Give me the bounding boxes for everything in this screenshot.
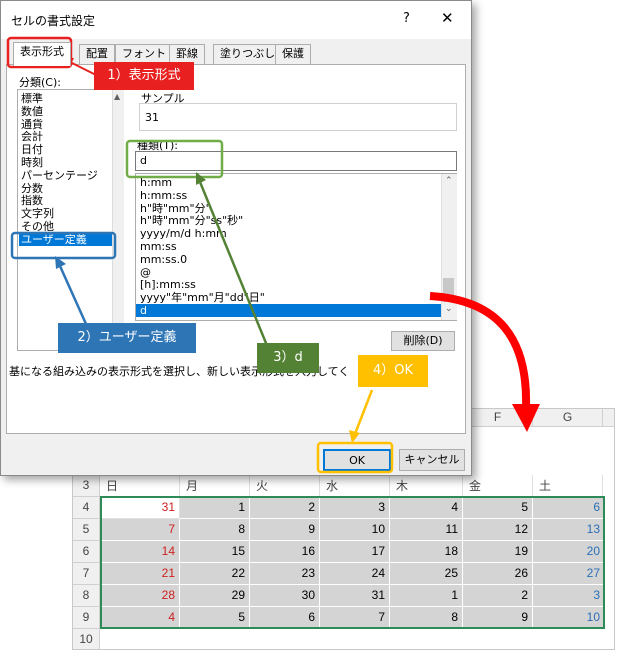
big-red-curved-arrow	[429, 292, 531, 409]
annotation-step1: 1）表示形式	[94, 62, 194, 90]
big-red-arrowhead	[512, 404, 540, 432]
annotation-frame-blue	[10, 231, 117, 260]
annotation-step3: 3）d	[257, 343, 319, 373]
annotation-frame-green	[125, 139, 224, 179]
annotation-leader-orange	[353, 389, 374, 435]
annotation-leader-green	[198, 181, 270, 349]
annotation-leader-red	[69, 61, 97, 76]
annotation-step4: 4）OK	[358, 355, 428, 387]
annotation-frame-orange	[316, 441, 394, 474]
annotation-step2: 2）ユーザー定義	[58, 323, 196, 353]
annotation-arrowhead-orange	[349, 430, 360, 443]
tab-number-format[interactable]: 表示形式	[13, 42, 71, 66]
annotation-leader-blue	[58, 265, 88, 325]
